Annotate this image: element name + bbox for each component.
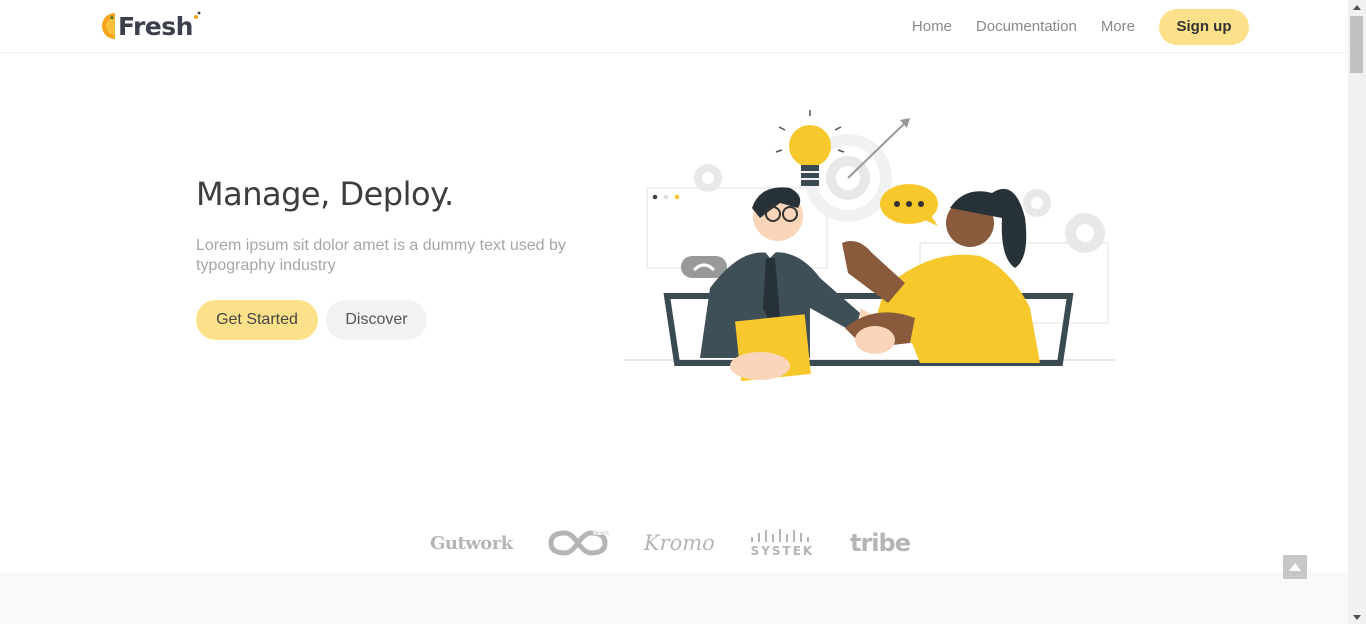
hero-subtitle: Lorem ipsum sit dolor amet is a dummy te… (196, 237, 566, 274)
signup-button[interactable]: Sign up (1159, 8, 1249, 45)
caret-up-icon (1289, 563, 1301, 571)
next-section-band (0, 572, 1348, 624)
nav-link-documentation[interactable]: Documentation (976, 18, 1077, 35)
navbar: Fresh Home Documentation More Sign up (0, 0, 1348, 53)
brand-logo[interactable]: Fresh (100, 10, 201, 42)
half-orange-icon (102, 13, 115, 39)
gutwork-logo: Gutwork (430, 532, 513, 554)
systek-text: SYSTEK (750, 544, 815, 558)
kromo-logo: Kromo (643, 531, 715, 555)
back-to-top-button[interactable] (1283, 555, 1307, 579)
infinity-logo: INFINITE (547, 522, 609, 564)
nav-link-more[interactable]: More (1101, 18, 1135, 35)
page: Fresh Home Documentation More Sign up Ma… (0, 0, 1366, 624)
client-logos: Gutwork INFINITE Kromo SYSTEK tribe (430, 522, 911, 564)
svg-text:INFINITE: INFINITE (593, 531, 609, 536)
brand-name: Fresh (118, 11, 193, 41)
get-started-button[interactable]: Get Started (196, 300, 318, 340)
handshake-illustration (625, 110, 1115, 382)
nav-link-home[interactable]: Home (912, 18, 952, 35)
scrollbar[interactable] (1348, 0, 1366, 624)
systek-logo: SYSTEK (749, 522, 815, 564)
nav-links: Home Documentation More Sign up (912, 0, 1348, 53)
arrow-up-icon[interactable] (1348, 0, 1366, 14)
discover-button[interactable]: Discover (326, 300, 427, 340)
arrow-down-icon[interactable] (1348, 610, 1366, 624)
hero-title: Manage, Deploy. (196, 175, 454, 213)
logo-dots-icon (193, 11, 201, 19)
scrollbar-thumb[interactable] (1350, 16, 1363, 73)
tribe-logo: tribe (849, 529, 911, 557)
